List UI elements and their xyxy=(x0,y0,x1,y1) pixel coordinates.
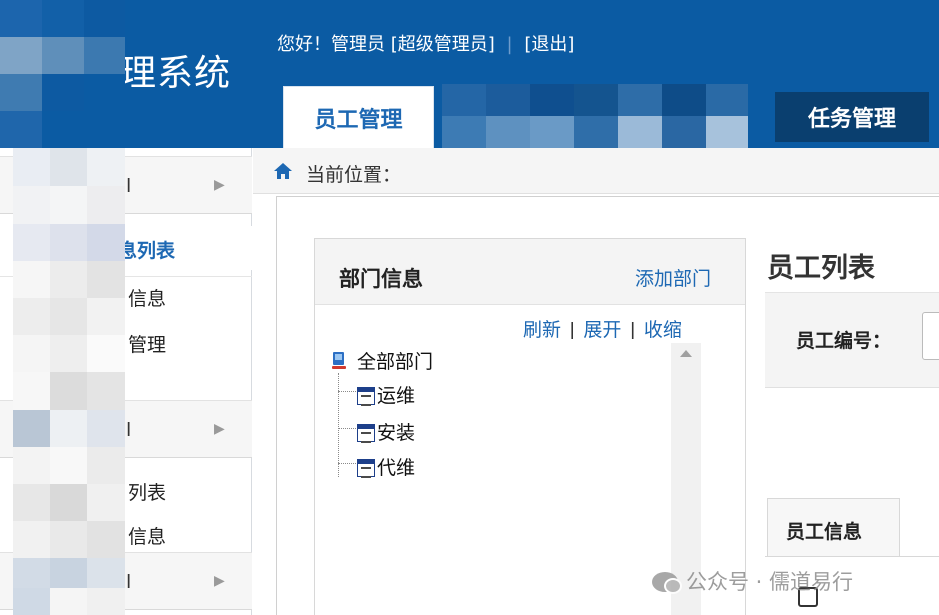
tree-node-install[interactable]: 安装 xyxy=(357,418,415,445)
tab-task-management[interactable]: 任务管理 xyxy=(775,92,929,142)
home-icon xyxy=(274,163,292,179)
tree-connector xyxy=(338,428,356,429)
tree-node-label: 安装 xyxy=(377,422,416,444)
sidebar-item-label: 信息 xyxy=(128,526,167,548)
add-department-link[interactable]: 添加部门 xyxy=(635,264,711,291)
department-tree: 全部部门 运维 安装 代维 xyxy=(323,339,705,615)
chevron-right-icon: ▶ xyxy=(214,421,225,437)
logout-link[interactable]: [退出] xyxy=(524,34,574,55)
watermark: 公众号 · 儒道易行 xyxy=(652,566,853,596)
collapse-link[interactable]: 收缩 xyxy=(644,319,682,341)
mosaic-redaction-tabs xyxy=(442,84,748,148)
tree-connector xyxy=(338,391,356,392)
app-title: 理系统 xyxy=(120,53,232,94)
employee-list-title: 员工列表 xyxy=(767,253,875,284)
tree-actions: 刷新 | 展开 | 收缩 xyxy=(523,315,682,342)
chevron-right-icon: ▶ xyxy=(214,573,225,589)
department-panel-title: 部门信息 xyxy=(339,267,423,291)
department-panel: 部门信息 添加部门 刷新 | 展开 | 收缩 全部部门 运维 安装 代维 xyxy=(314,238,746,615)
user-bar-divider: | xyxy=(506,34,513,55)
tree-connector xyxy=(338,463,356,464)
employee-number-input[interactable] xyxy=(922,312,939,360)
action-divider: | xyxy=(569,319,576,341)
table-icon xyxy=(357,424,375,443)
action-divider: | xyxy=(629,319,636,341)
chevron-right-icon: ▶ xyxy=(214,177,225,193)
greeting-text: 您好！管理员 xyxy=(277,34,385,55)
sidebar-group-label: l xyxy=(126,175,132,197)
department-panel-header: 部门信息 添加部门 xyxy=(315,239,745,305)
sidebar-group-label: l xyxy=(126,571,132,593)
tree-connector xyxy=(338,373,339,477)
tree-node-label: 全部部门 xyxy=(357,351,434,373)
tab-employee-management[interactable]: 员工管理 xyxy=(283,86,434,148)
user-bar: 您好！管理员 [超级管理员] | [退出] xyxy=(277,30,574,56)
tree-node-maintenance[interactable]: 代维 xyxy=(357,453,415,480)
tree-node-all-departments[interactable]: 全部部门 xyxy=(331,347,433,374)
watermark-text: 公众号 · 儒道易行 xyxy=(686,570,854,594)
table-divider xyxy=(765,556,939,557)
scroll-up-arrow-icon[interactable] xyxy=(680,350,692,357)
tab-employee-info[interactable]: 员工信息 xyxy=(767,498,900,556)
wechat-icon xyxy=(652,572,682,594)
current-location-label: 当前位置： xyxy=(306,164,402,186)
table-icon xyxy=(357,387,375,406)
refresh-link[interactable]: 刷新 xyxy=(523,319,561,341)
mosaic-redaction-logo xyxy=(0,0,125,148)
employee-number-label: 员工编号： xyxy=(796,330,892,352)
sidebar-item-label: 信息 xyxy=(128,288,167,310)
tree-node-ops[interactable]: 运维 xyxy=(357,381,415,408)
tree-node-label: 代维 xyxy=(377,457,416,479)
tab-label: 员工信息 xyxy=(786,521,863,543)
role-link[interactable]: [超级管理员] xyxy=(391,34,495,55)
mosaic-redaction-sidebar xyxy=(13,148,125,615)
sidebar-group-label: l xyxy=(126,419,132,441)
sidebar-item-label: 管理 xyxy=(128,334,167,356)
sidebar-item-label: 列表 xyxy=(128,482,167,504)
table-icon xyxy=(357,459,375,478)
expand-link[interactable]: 展开 xyxy=(583,319,621,341)
tree-node-label: 运维 xyxy=(377,385,416,407)
computer-icon xyxy=(332,352,346,369)
sidebar-item-label: 息列表 xyxy=(118,240,176,262)
